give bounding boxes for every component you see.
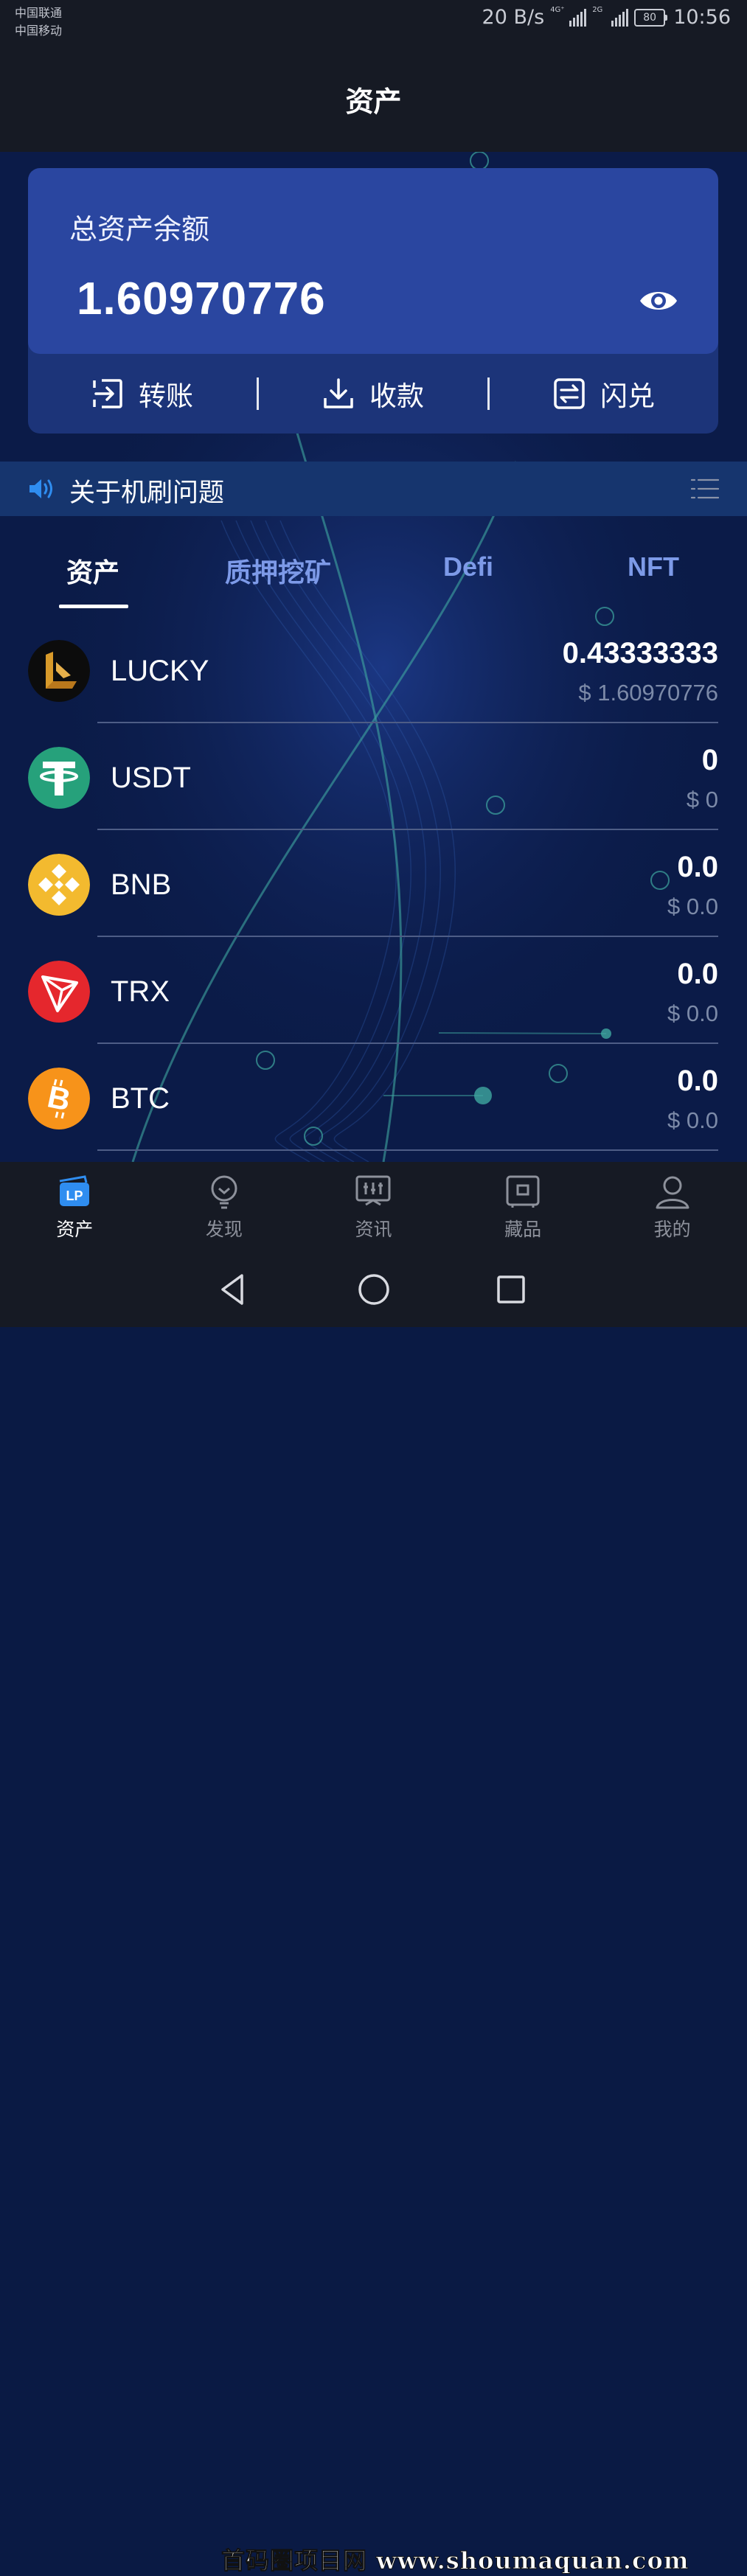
nav-collection[interactable]: 藏品 bbox=[448, 1162, 598, 1250]
signal-2g-icon: 2G bbox=[592, 6, 629, 27]
tab-staking[interactable]: 质押挖矿 bbox=[225, 551, 331, 590]
home-icon[interactable] bbox=[355, 1271, 392, 1308]
asset-fiat-value: $ 0.0 bbox=[667, 894, 718, 919]
asset-fiat-value: $ 0.0 bbox=[667, 1107, 718, 1133]
user-icon bbox=[656, 1176, 689, 1209]
receive-label: 收款 bbox=[369, 380, 424, 412]
asset-fiat-value: $ 0 bbox=[686, 787, 718, 812]
status-bar: 中国联通 中国移动 20 B/s 4G⁺ 2G 80 10:56 bbox=[0, 0, 747, 46]
nav-assets[interactable]: LP 资产 bbox=[0, 1162, 150, 1250]
network-type-1: 4G⁺ bbox=[550, 5, 565, 14]
tab-active-indicator bbox=[59, 605, 128, 608]
bnb-coin-icon bbox=[28, 854, 90, 916]
asset-list: LUCKY 0.43333333 $ 1.60970776 USDT 0 $ 0 bbox=[0, 616, 747, 1151]
bulb-icon bbox=[211, 1175, 237, 1209]
nav-label: 资讯 bbox=[355, 1219, 392, 1240]
asset-row-bnb[interactable]: BNB 0.0 $ 0.0 bbox=[0, 830, 747, 937]
page-title: 资产 bbox=[345, 85, 402, 118]
asset-row-usdt[interactable]: USDT 0 $ 0 bbox=[0, 723, 747, 830]
tab-defi[interactable]: Defi bbox=[443, 551, 493, 582]
wallet-lp-icon: LP bbox=[60, 1175, 90, 1206]
asset-name: TRX bbox=[111, 975, 170, 1008]
asset-tabs: 资产 质押挖矿 Defi NFT bbox=[0, 538, 747, 609]
asset-amount: 0.0 bbox=[677, 958, 718, 990]
nav-profile[interactable]: 我的 bbox=[597, 1162, 747, 1250]
asset-amount: 0.43333333 bbox=[562, 637, 718, 669]
signal-4g-icon: 4G⁺ bbox=[550, 6, 587, 27]
btc-coin-icon: B bbox=[28, 1068, 90, 1129]
nav-news[interactable]: 资讯 bbox=[299, 1162, 448, 1250]
list-menu-icon[interactable] bbox=[691, 478, 719, 500]
title-bar: 资产 bbox=[0, 46, 747, 152]
nav-label: 我的 bbox=[653, 1219, 691, 1240]
nav-label: 藏品 bbox=[504, 1219, 542, 1240]
balance-card: 总资产余额 1.60970776 转账 收款 闪兑 bbox=[28, 168, 718, 434]
asset-name: BNB bbox=[111, 868, 172, 901]
asset-amount: 0 bbox=[701, 744, 718, 776]
bottom-navigation: LP 资产 发现 资讯 藏品 我的 bbox=[0, 1162, 747, 1250]
usdt-coin-icon bbox=[28, 747, 90, 809]
nav-label: 资产 bbox=[56, 1219, 94, 1240]
speaker-icon bbox=[29, 479, 52, 498]
swap-button[interactable]: 闪兑 bbox=[490, 374, 718, 414]
asset-fiat-value: $ 0.0 bbox=[667, 1000, 718, 1026]
status-right: 20 B/s 4G⁺ 2G 80 10:56 bbox=[482, 6, 731, 29]
swap-icon bbox=[554, 378, 585, 409]
notice-text: 关于机刷问题 bbox=[69, 478, 225, 508]
asset-name: LUCKY bbox=[111, 655, 209, 687]
asset-amount: 0.0 bbox=[677, 851, 718, 883]
carrier-2: 中国移动 bbox=[15, 24, 63, 38]
balance-summary: 总资产余额 1.60970776 bbox=[28, 168, 718, 354]
carrier-info: 中国联通 中国移动 bbox=[15, 4, 62, 40]
clock: 10:56 bbox=[673, 6, 731, 29]
transfer-label: 转账 bbox=[139, 380, 193, 412]
tab-assets[interactable]: 资产 bbox=[66, 551, 119, 590]
svg-text:LP: LP bbox=[66, 1188, 83, 1203]
system-navigation-bar: 首码圈项目网 www.shoumaquan.com bbox=[0, 1250, 747, 2575]
nav-discover[interactable]: 发现 bbox=[150, 1162, 299, 1250]
balance-value: 1.60970776 bbox=[77, 274, 326, 324]
asset-row-trx[interactable]: TRX 0.0 $ 0.0 bbox=[0, 937, 747, 1044]
battery-level: 80 bbox=[634, 8, 666, 27]
news-icon bbox=[355, 1175, 391, 1206]
transfer-button[interactable]: 转账 bbox=[28, 374, 257, 414]
battery-icon: 80 bbox=[634, 8, 668, 27]
asset-name: BTC bbox=[111, 1082, 170, 1115]
recents-icon[interactable] bbox=[493, 1271, 529, 1308]
notice-bar[interactable]: 关于机刷问题 bbox=[0, 462, 747, 516]
collection-icon bbox=[506, 1175, 540, 1208]
row-divider bbox=[97, 1149, 718, 1151]
eye-icon[interactable] bbox=[639, 286, 678, 316]
network-type-2: 2G bbox=[592, 5, 603, 14]
asset-fiat-value: $ 1.60970776 bbox=[578, 680, 718, 706]
network-speed: 20 B/s bbox=[482, 6, 545, 29]
trx-coin-icon bbox=[28, 961, 90, 1023]
asset-name: USDT bbox=[111, 762, 191, 794]
quick-actions: 转账 收款 闪兑 bbox=[28, 354, 718, 434]
asset-row-btc[interactable]: B BTC 0.0 $ 0.0 bbox=[0, 1044, 747, 1151]
carrier-1: 中国联通 bbox=[15, 6, 63, 20]
back-icon[interactable] bbox=[215, 1271, 252, 1308]
balance-label: 总资产余额 bbox=[69, 213, 210, 246]
swap-label: 闪兑 bbox=[600, 380, 655, 412]
tab-nft[interactable]: NFT bbox=[628, 551, 679, 582]
nav-label: 发现 bbox=[205, 1219, 243, 1240]
asset-row-lucky[interactable]: LUCKY 0.43333333 $ 1.60970776 bbox=[0, 616, 747, 723]
watermark-text: 首码圈项目网 www.shoumaquan.com bbox=[221, 2547, 689, 2575]
asset-amount: 0.0 bbox=[677, 1065, 718, 1097]
transfer-icon bbox=[93, 379, 122, 408]
download-icon bbox=[324, 378, 353, 408]
receive-button[interactable]: 收款 bbox=[259, 374, 487, 414]
lucky-coin-icon bbox=[28, 640, 90, 702]
